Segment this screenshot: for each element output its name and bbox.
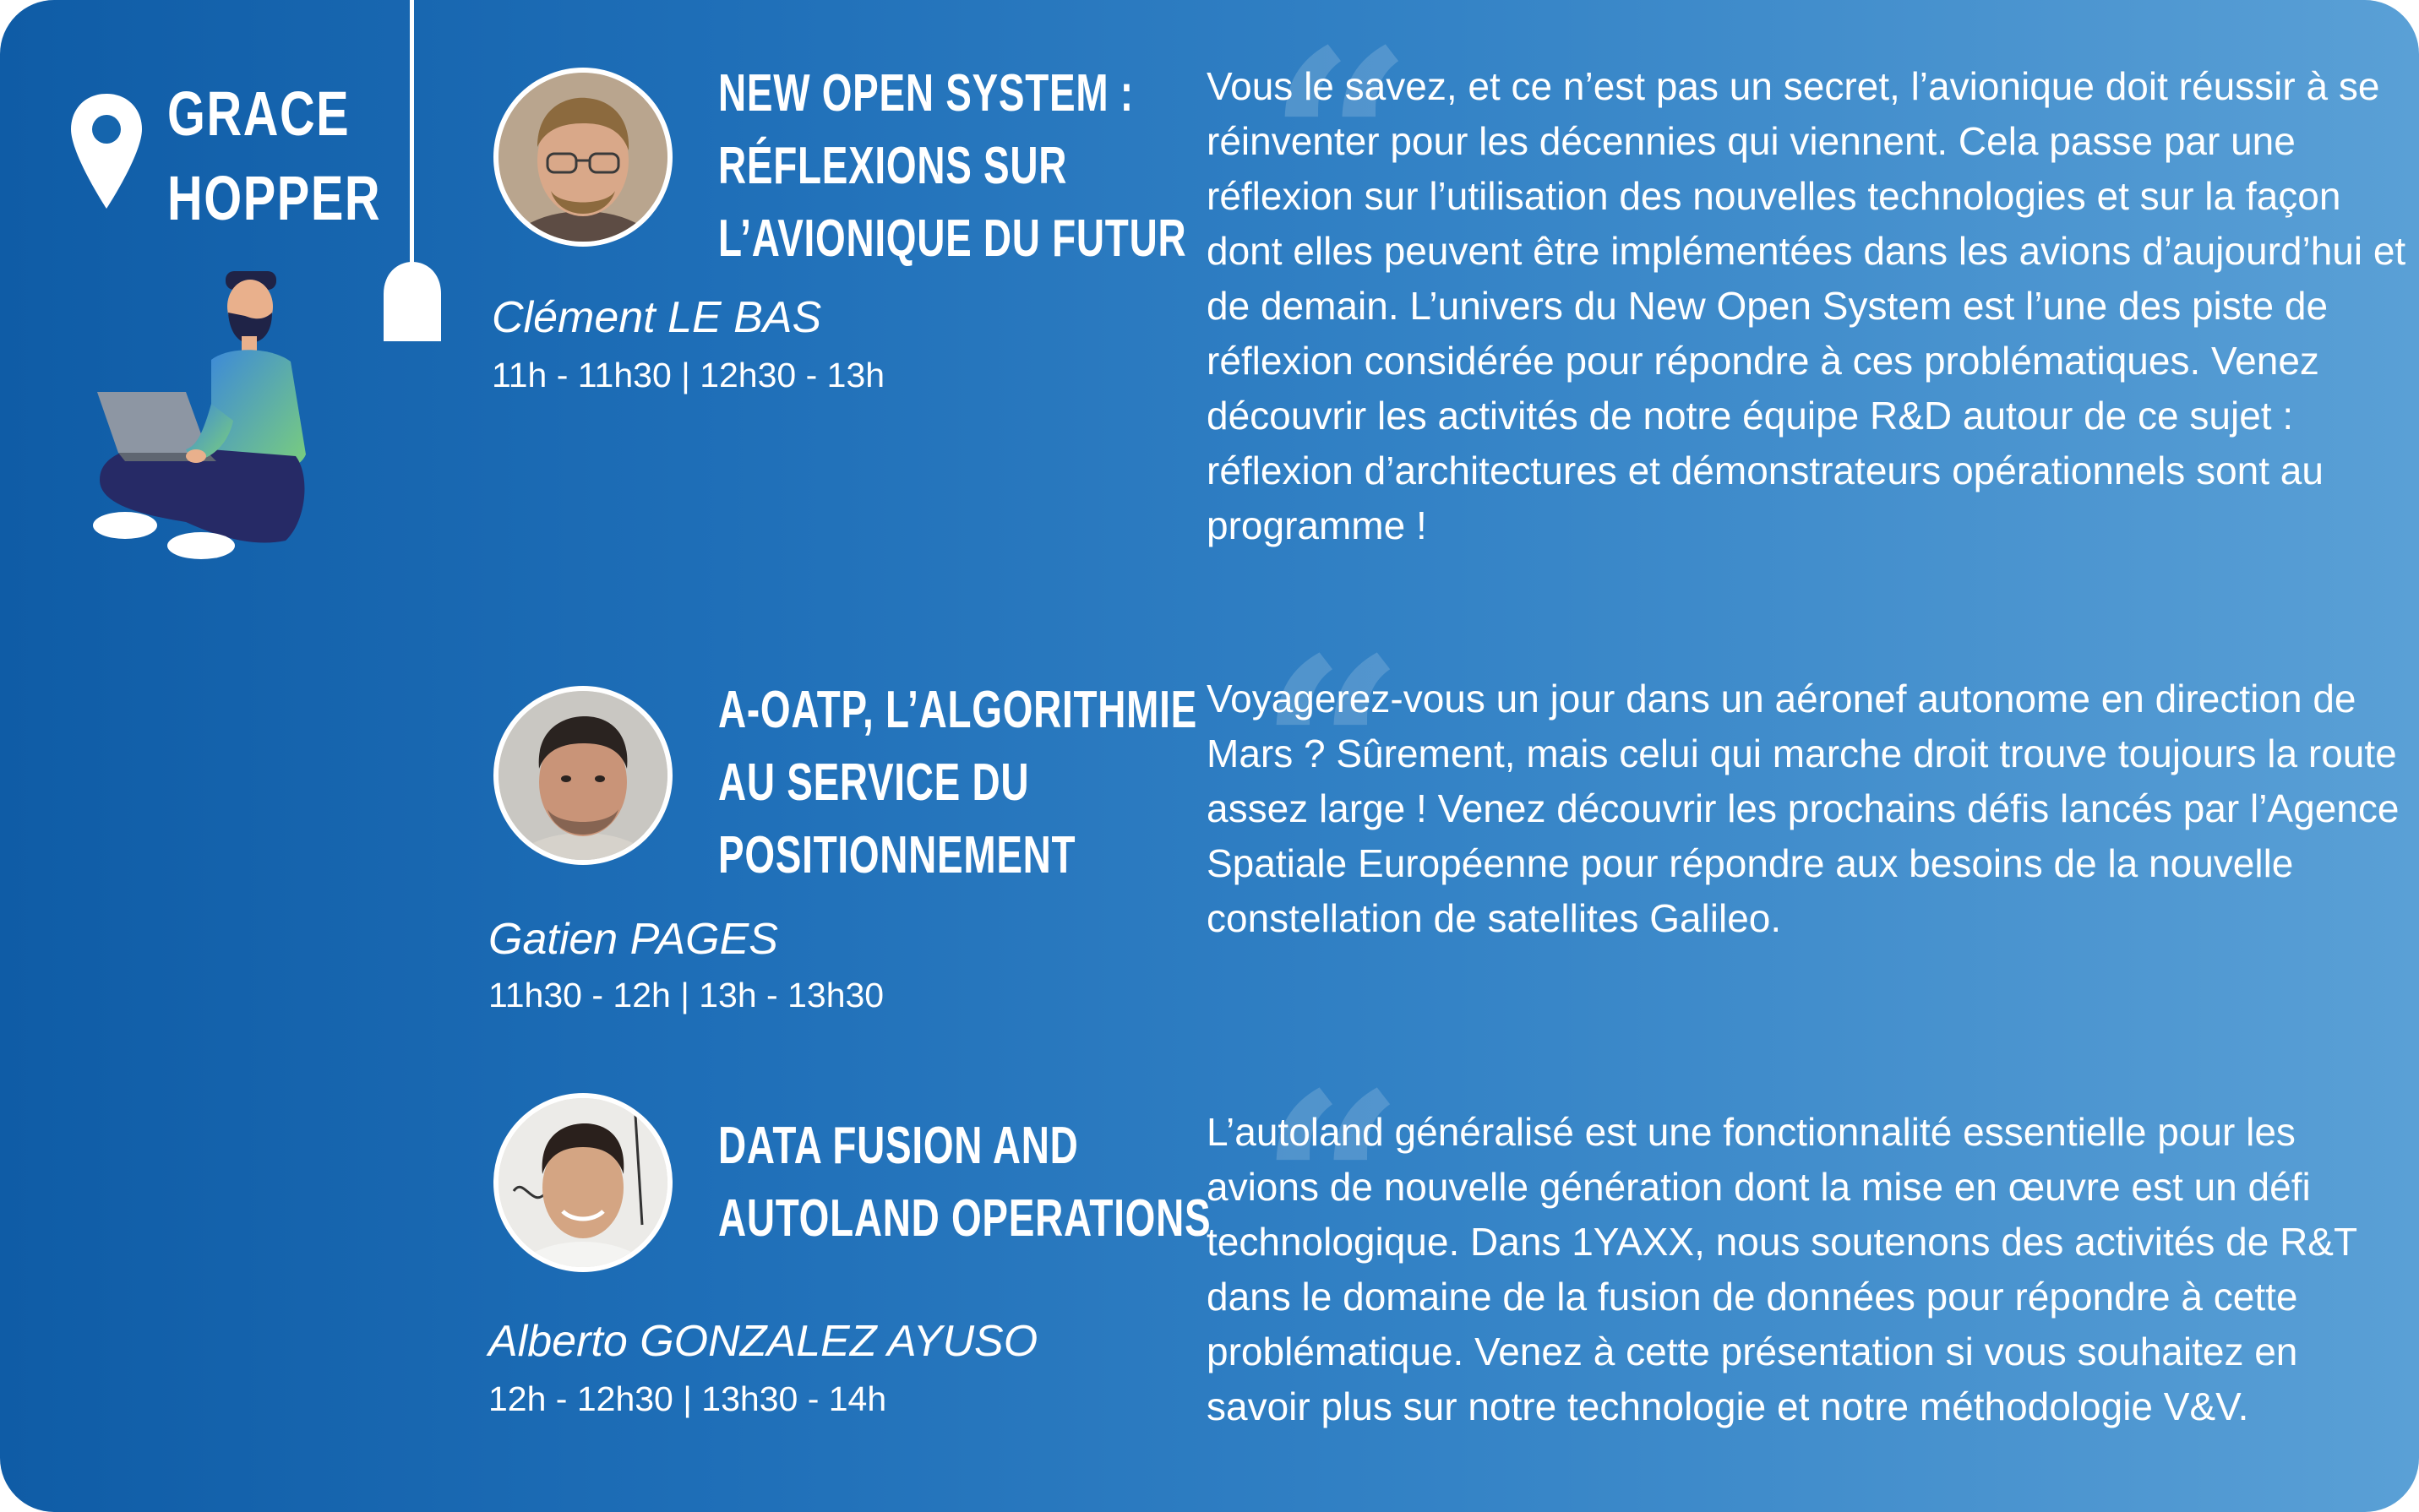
talk-title-line: DATA FUSION AND xyxy=(718,1117,1079,1175)
speaker-name: Clément LE BAS xyxy=(492,293,822,342)
room-name-line: HOPPER xyxy=(167,163,382,233)
talk-title-line: AUTOLAND OPERATIONS xyxy=(718,1189,1212,1248)
speaker-photo xyxy=(493,686,673,865)
speaker-photo xyxy=(493,1093,673,1272)
talk-description: Voyagerez-vous un jour dans un aéronef a… xyxy=(1207,677,2400,940)
room-name-line: GRACE xyxy=(167,79,351,149)
talk-title-line: L’AVIONIQUE DU FUTUR xyxy=(718,209,1187,268)
vertical-divider xyxy=(410,0,414,264)
laptop-person-illustration xyxy=(93,271,306,559)
room-header: GRACE HOPPER xyxy=(68,72,442,241)
talk-title-line: NEW OPEN SYSTEM : xyxy=(718,64,1134,122)
ceiling-lamp-icon xyxy=(384,262,441,341)
schedule-card: GRACE HOPPER NEW OPEN SYSTEM: RÉFLEXION… xyxy=(0,0,2419,1512)
talk-title: DATA FUSION AND AUTOLAND OPERATIONS xyxy=(718,1110,1211,1255)
location-pin-icon xyxy=(71,94,142,209)
talk-title-line: AU SERVICE DU xyxy=(718,753,1030,812)
room-name: GRACE HOPPER xyxy=(167,72,381,241)
talk-title: NEW OPEN SYSTEM : RÉFLEXIONS SUR L’AVION… xyxy=(718,57,1186,275)
talk-description: L’autoland généralisé est une fonctionna… xyxy=(1207,1110,2357,1428)
session-times: 11h - 11h30 | 12h30 - 13h xyxy=(492,356,885,394)
talk-title-line: A-OATP, L’ALGORITHMIE xyxy=(718,681,1197,739)
speaker-photo xyxy=(493,68,673,247)
speaker-name: Alberto GONZALEZ AYUSO xyxy=(488,1317,1038,1366)
session-times: 12h - 12h30 | 13h30 - 14h xyxy=(488,1379,887,1418)
speaker-name: Gatien PAGES xyxy=(488,915,778,964)
talk-description: Vous le savez, et ce n’est pas un secret… xyxy=(1207,64,2406,547)
session-times: 11h30 - 12h | 13h - 13h30 xyxy=(488,976,885,1014)
talk-title-line: POSITIONNEMENT xyxy=(718,826,1076,884)
talk-title-line: RÉFLEXIONS SUR xyxy=(718,137,1068,195)
talk-title: A-OATP, L’ALGORITHMIE AU SERVICE DU POSI… xyxy=(718,674,1197,892)
